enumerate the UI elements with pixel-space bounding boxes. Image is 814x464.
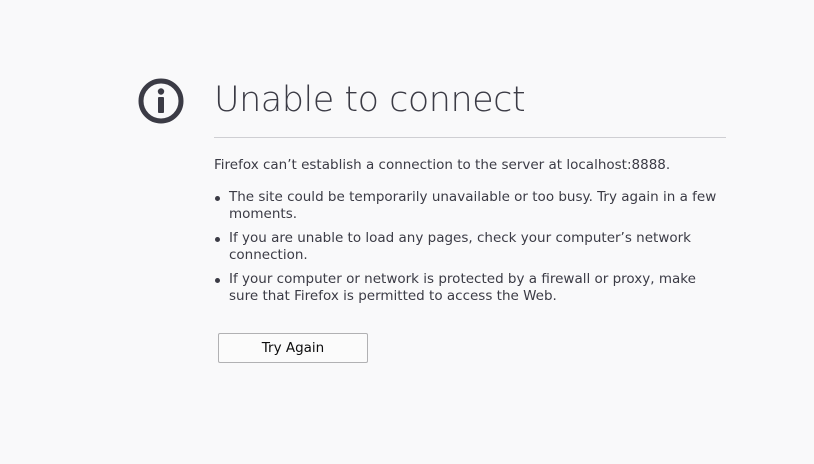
bullet-icon bbox=[215, 237, 220, 242]
reason-text: If your computer or network is protected… bbox=[229, 271, 696, 304]
list-item: The site could be temporarily unavailabl… bbox=[214, 189, 726, 223]
error-description: Firefox can’t establish a connection to … bbox=[214, 157, 726, 312]
title-divider bbox=[214, 137, 726, 138]
page-title: Unable to connect bbox=[214, 80, 526, 120]
error-intro: Firefox can’t establish a connection to … bbox=[214, 157, 671, 173]
error-page: Unable to connect Firefox can’t establis… bbox=[0, 0, 814, 464]
reason-text: If you are unable to load any pages, che… bbox=[229, 230, 691, 263]
try-again-button[interactable]: Try Again bbox=[218, 333, 368, 363]
reasons-list: The site could be temporarily unavailabl… bbox=[214, 189, 726, 305]
bullet-icon bbox=[215, 278, 220, 283]
bullet-icon bbox=[215, 196, 220, 201]
info-icon bbox=[138, 78, 184, 124]
list-item: If you are unable to load any pages, che… bbox=[214, 230, 726, 264]
list-item: If your computer or network is protected… bbox=[214, 271, 726, 305]
reason-text: The site could be temporarily unavailabl… bbox=[229, 189, 717, 222]
